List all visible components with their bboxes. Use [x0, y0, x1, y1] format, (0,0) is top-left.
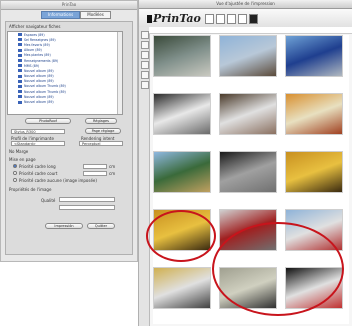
- album-icon: [18, 33, 22, 37]
- no-margin-label: No Marge: [9, 149, 29, 154]
- album-tree-list: Espaces (89) Sel Renseignes (89) Mes favor…: [8, 32, 122, 105]
- quality-field[interactable]: [59, 197, 115, 202]
- page-setup-button[interactable]: Page réglage: [85, 128, 121, 134]
- album-tree-item-label: Nouvel album (89): [24, 74, 54, 79]
- top-ruler: [149, 27, 352, 34]
- album-tree-item-label: MMS (89): [24, 63, 40, 68]
- thumb-jet[interactable]: [153, 93, 211, 135]
- quit-button[interactable]: Quitter: [87, 223, 115, 229]
- album-icon: [18, 74, 22, 78]
- album-icon: [18, 100, 22, 104]
- printer-select[interactable]: Stylus_R300: [11, 129, 65, 134]
- album-icon: [18, 84, 22, 88]
- preview-sidebar: [139, 27, 150, 326]
- page-3-button[interactable]: [227, 14, 236, 24]
- printao-logo-icon: [147, 15, 152, 23]
- album-tree-item-label: Album (89): [24, 48, 42, 53]
- tab-informations[interactable]: Informations: [41, 11, 81, 19]
- album-icon: [18, 69, 22, 73]
- thumb-yellow-arch[interactable]: [285, 151, 343, 193]
- thumb-food[interactable]: [285, 93, 343, 135]
- print-button[interactable]: Impressión: [45, 223, 83, 229]
- height-field[interactable]: [83, 171, 107, 176]
- preview-toolbar: PrinTao: [139, 9, 352, 28]
- option-long-radio[interactable]: [13, 164, 17, 168]
- option-short-label: Priorité cadre court: [19, 171, 58, 176]
- rendering-select[interactable]: Perceptuel: [79, 141, 123, 146]
- thumb-cactus[interactable]: [153, 151, 211, 193]
- album-icon: [18, 95, 22, 99]
- tab-modeles[interactable]: Modèles: [80, 11, 111, 19]
- sidebar-tool-5[interactable]: [141, 71, 149, 79]
- album-tree-item-label: Mes favoris (89): [24, 42, 50, 47]
- page-2-button[interactable]: [216, 14, 225, 24]
- sidebar-tool-3[interactable]: [141, 51, 149, 59]
- printao-logo: PrinTao: [147, 12, 201, 25]
- album-tree-item-label: Espaces (89): [24, 32, 45, 37]
- unit-label-2: cm: [109, 171, 116, 176]
- thumb-doorway[interactable]: [219, 151, 277, 193]
- sidebar-tool-2[interactable]: [141, 41, 149, 49]
- option-short-radio[interactable]: [13, 171, 17, 175]
- thumb-leaves[interactable]: [153, 35, 211, 77]
- album-tree-item-label: Mes plantes (89): [24, 53, 51, 58]
- album-tree-item-label: Nouvel album Thumb (89): [24, 84, 66, 89]
- width-field[interactable]: [83, 164, 107, 169]
- option-none-label: Priorité cadre aucune (image imposée): [19, 178, 97, 183]
- album-icon: [18, 90, 22, 94]
- album-tree-item-label: Nouvel album (89): [24, 94, 54, 99]
- sidebar-tool-4[interactable]: [141, 61, 149, 69]
- photoroof-label: PhotoRoof: [39, 119, 57, 123]
- profile-select[interactable]: <Standard>: [11, 141, 65, 146]
- image-props-label: Propriétés de l'image: [9, 187, 52, 192]
- album-tree-item-label: Sel Renseignes (89): [24, 37, 56, 42]
- layout-label: Mise en page: [9, 157, 36, 162]
- album-icon: [18, 43, 22, 47]
- quality-label: Qualité: [41, 198, 56, 203]
- album-tree[interactable]: Espaces (89) Sel Renseignes (89) Mes favor…: [7, 31, 123, 115]
- reglages-button[interactable]: Réglages: [85, 118, 117, 124]
- album-icon: [18, 38, 22, 42]
- album-tree-item-label: Nouvel album Thumb (89): [24, 89, 66, 94]
- settings-tabs: Informations Modèles: [41, 11, 111, 19]
- album-icon: [18, 59, 22, 63]
- thumb-car-white[interactable]: [219, 93, 277, 135]
- tree-label: Afficher navigateur fiches: [9, 24, 61, 29]
- page-current-button[interactable]: [249, 14, 258, 24]
- sidebar-tool-1[interactable]: [141, 31, 149, 39]
- album-icon: [18, 79, 22, 83]
- printao-logo-text: PrinTao: [153, 12, 201, 25]
- annotation-circle-left: [146, 210, 216, 262]
- option-none-radio[interactable]: [13, 178, 17, 182]
- page-selector[interactable]: [205, 14, 258, 24]
- album-icon: [18, 53, 22, 57]
- quality-field-2[interactable]: [59, 205, 115, 210]
- thumb-blue-car[interactable]: [285, 35, 343, 77]
- tree-scrollbar[interactable]: [117, 32, 122, 114]
- album-icon: [18, 64, 22, 68]
- album-tree-item-label: Nouvel album (89): [24, 100, 54, 105]
- photoroof-button[interactable]: PhotoRoof: [25, 118, 71, 124]
- option-long-label: Priorité cadre long: [19, 164, 56, 169]
- album-tree-item[interactable]: Nouvel album (89): [8, 99, 122, 104]
- thumb-plane-mountain[interactable]: [219, 35, 277, 77]
- album-icon: [18, 48, 22, 52]
- settings-window: PrinTao Informations Modèles Afficher na…: [0, 0, 138, 262]
- album-tree-item-label: Nouvel album (89): [24, 68, 54, 73]
- thumb-bus-yellow[interactable]: [153, 267, 211, 309]
- unit-label-1: cm: [109, 164, 116, 169]
- sidebar-tool-6[interactable]: [141, 81, 149, 89]
- page-4-button[interactable]: [238, 14, 247, 24]
- annotation-circle-right: [212, 222, 344, 316]
- album-tree-item-label: Nouvel album (89): [24, 79, 54, 84]
- album-tree-item-label: Renseignements (89): [24, 58, 59, 63]
- preview-window-title: Vue d'ajustée de l'impression: [139, 0, 352, 9]
- settings-window-title: PrinTao: [1, 1, 137, 10]
- page-1-button[interactable]: [205, 14, 214, 24]
